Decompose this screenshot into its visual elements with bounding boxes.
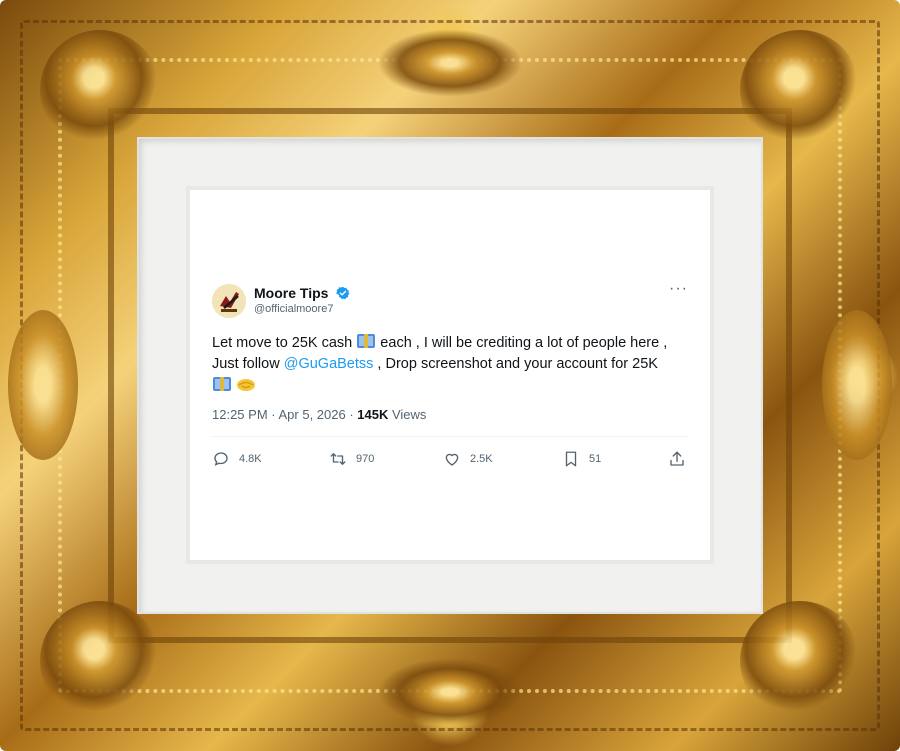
tweet-actions: 4.8K 970 2.5K 51	[212, 448, 688, 470]
share-button[interactable]	[668, 448, 686, 470]
reply-icon	[214, 452, 228, 466]
tweet-header: Moore Tips @officialmoore7 ···	[212, 281, 688, 322]
bookmark-count: 51	[589, 453, 602, 465]
reply-button[interactable]: 4.8K	[212, 448, 262, 470]
like-count: 2.5K	[470, 453, 493, 465]
display-name-text: Moore Tips	[254, 285, 329, 301]
handshake-icon	[237, 379, 256, 391]
frame-corner-ornament	[40, 601, 160, 721]
frame-crest-ornament	[8, 310, 78, 460]
verified-badge-icon	[336, 286, 350, 300]
avatar-logo	[212, 284, 246, 318]
like-button[interactable]: 2.5K	[443, 448, 493, 470]
frame-corner-ornament	[740, 601, 860, 721]
heart-icon	[445, 453, 459, 466]
frame-crest-ornament	[375, 28, 525, 98]
retweet-icon	[330, 453, 346, 465]
display-name[interactable]: Moore Tips	[254, 285, 350, 301]
frame-corner-ornament	[740, 30, 860, 150]
share-icon	[670, 451, 684, 466]
tweet-text-part: , Drop screenshot and your account for 2…	[373, 356, 658, 372]
views-count: 145K	[357, 407, 389, 422]
mention-link[interactable]: @GuGaBetss	[284, 356, 374, 372]
retweet-count: 970	[356, 453, 375, 465]
tweet-time[interactable]: 12:25 PM	[212, 407, 268, 422]
retweet-button[interactable]: 970	[329, 448, 374, 470]
tweet-date[interactable]: Apr 5, 2026	[279, 407, 346, 422]
avatar[interactable]	[212, 284, 246, 318]
reply-count: 4.8K	[239, 453, 262, 465]
money-bag-icon	[357, 334, 376, 348]
frame-corner-ornament	[40, 30, 160, 150]
tweet-text: Let move to 25K cash each , I will be cr…	[212, 332, 692, 397]
tweet-text-part: Let move to 25K cash	[212, 335, 357, 351]
money-bag-icon	[213, 377, 231, 391]
bookmark-button[interactable]: 51	[562, 448, 601, 470]
views-label: Views	[391, 407, 427, 422]
frame-crest-ornament	[822, 310, 892, 460]
tweet-card: Moore Tips @officialmoore7 ··· Let move …	[190, 190, 710, 560]
divider	[212, 436, 688, 437]
frame-crest-ornament	[375, 657, 525, 727]
bookmark-icon	[565, 451, 577, 467]
handle[interactable]: @officialmoore7	[254, 303, 333, 315]
more-options-icon[interactable]: ···	[669, 281, 688, 297]
tweet-meta: 12:25 PM · Apr 5, 2026 · 145K Views	[212, 407, 427, 422]
